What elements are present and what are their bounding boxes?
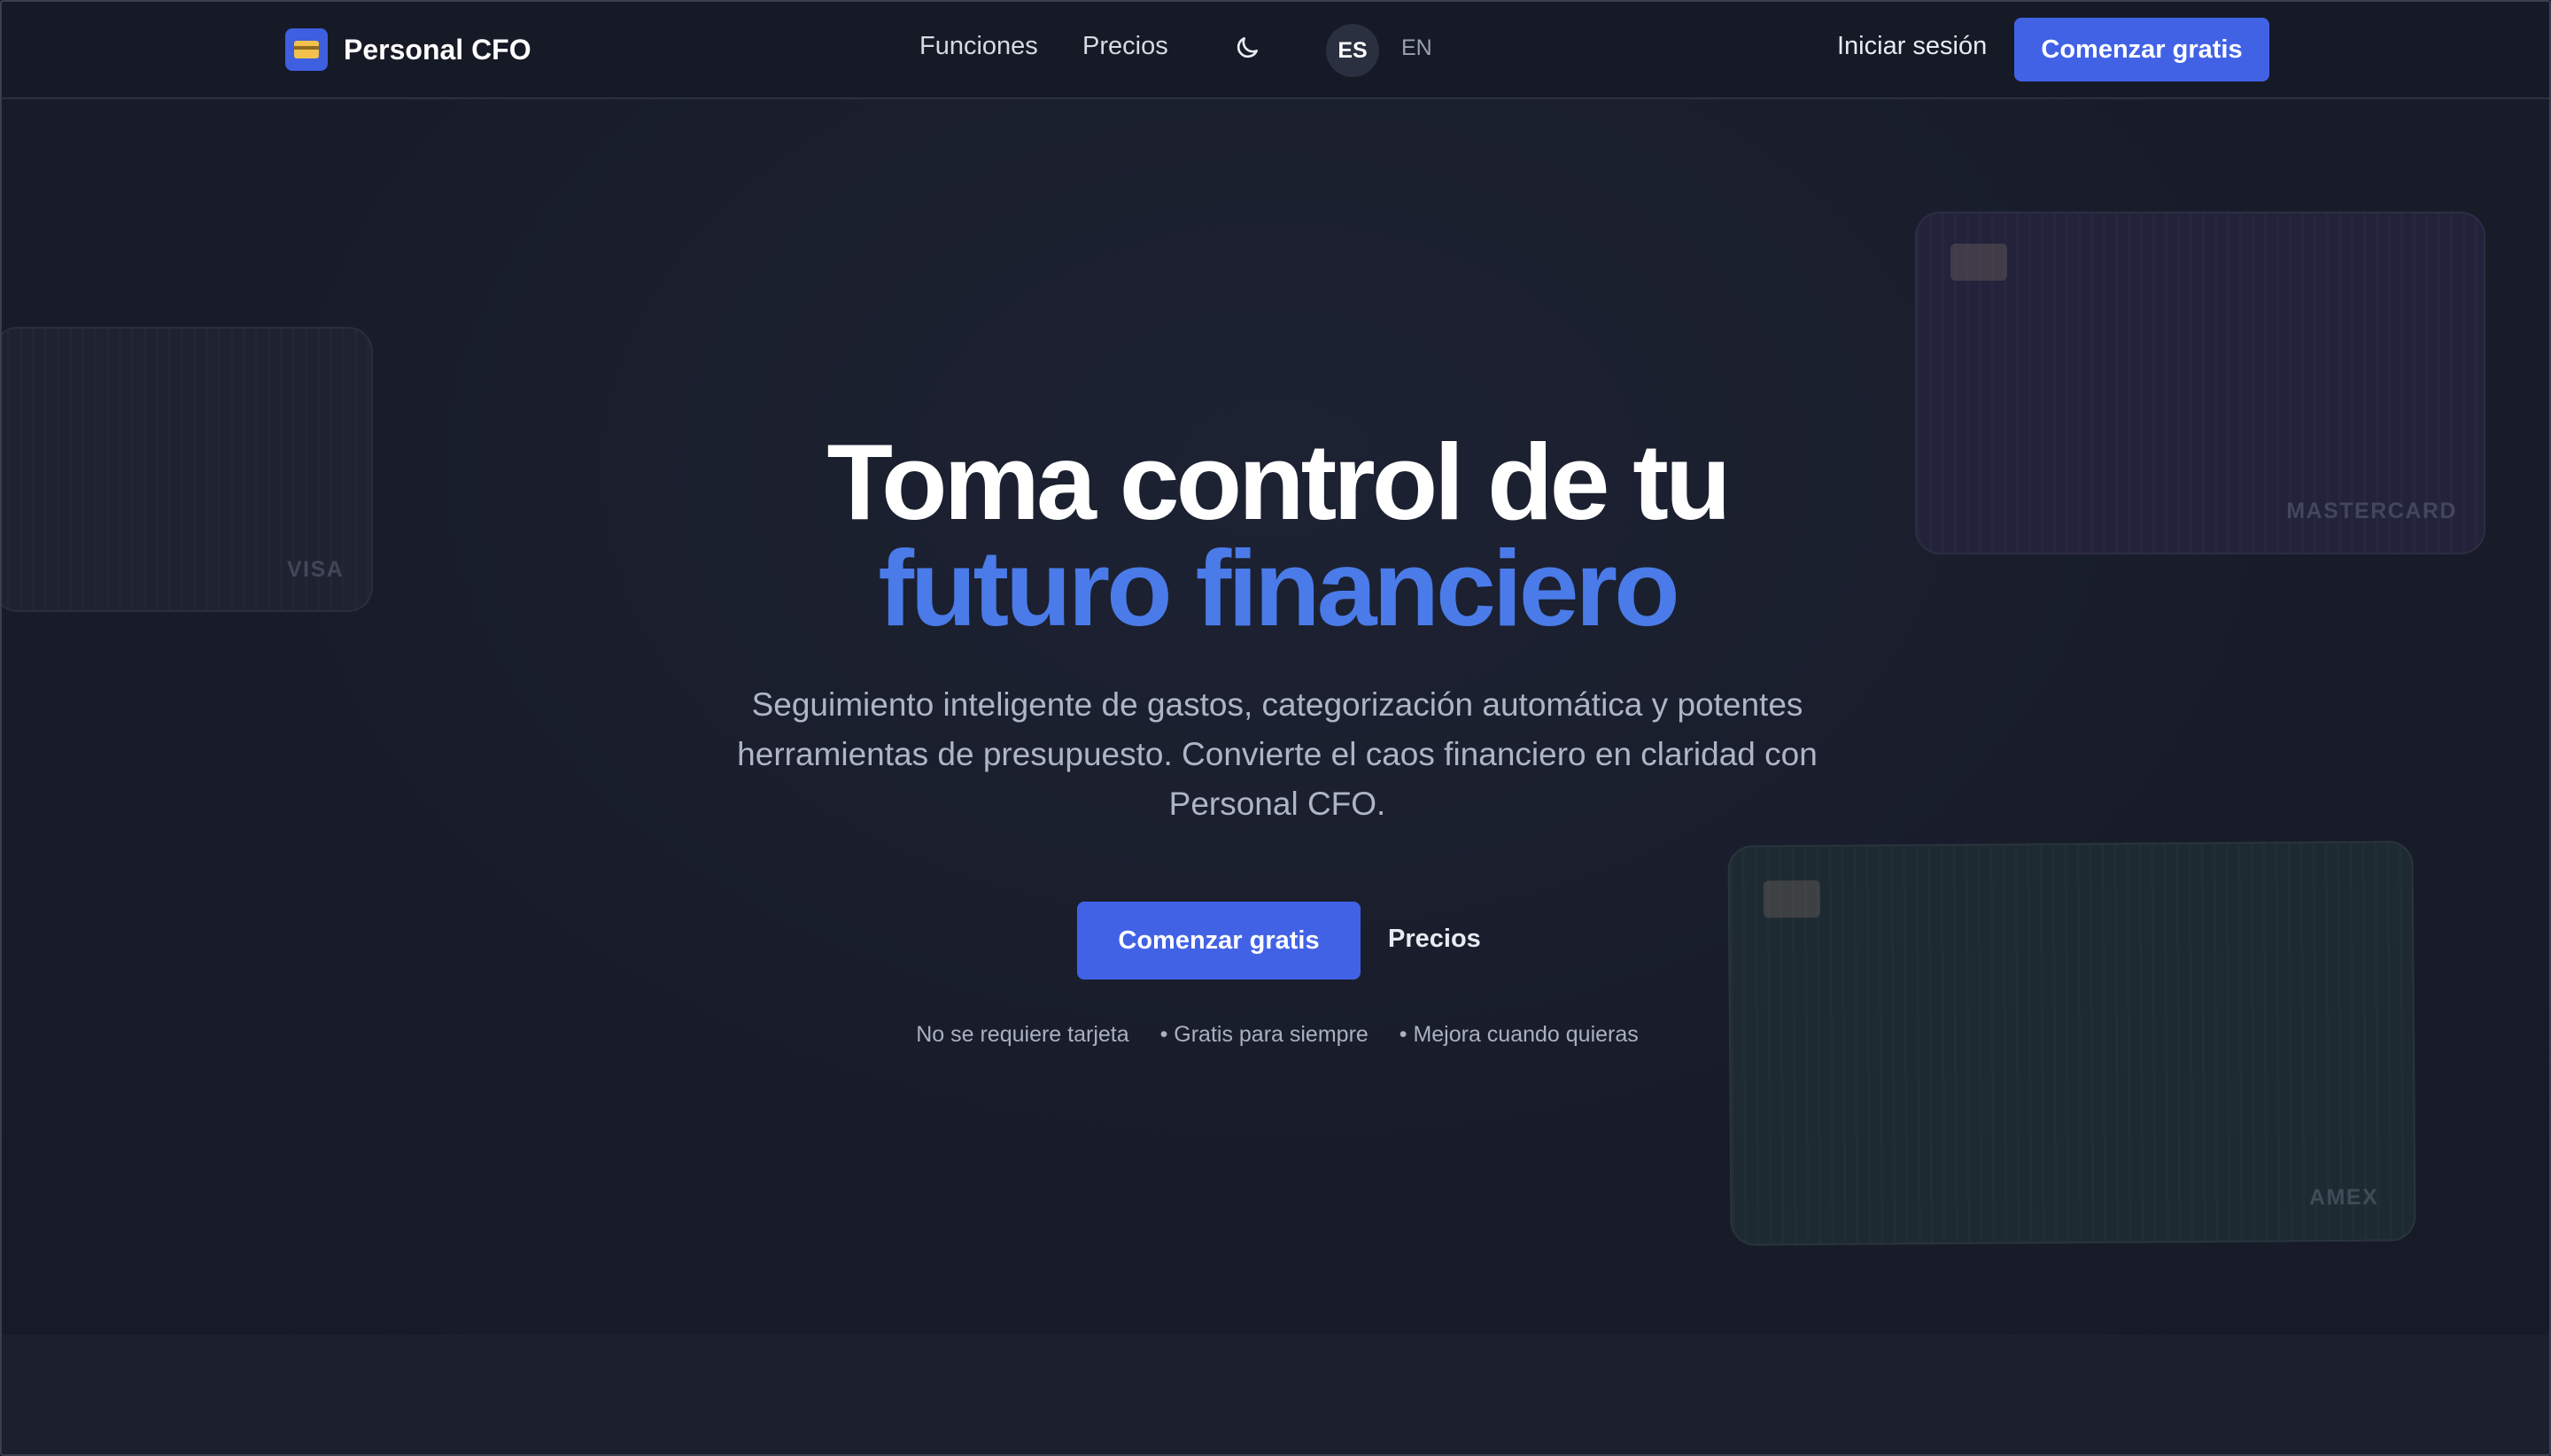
card-chip [1763, 879, 1821, 918]
amex-label: AMEX [2308, 1184, 2379, 1211]
hero-signup-button[interactable]: Comenzar gratis [1077, 902, 1361, 980]
language-es-button[interactable]: ES [1326, 24, 1379, 77]
feature-item: • Gratis para siempre [1159, 1022, 1369, 1047]
page: VISA MASTERCARD AMEX Personal CFO Funcio… [0, 0, 2551, 1456]
nav-link-funciones[interactable]: Funciones [919, 32, 1038, 61]
moon-icon[interactable] [1233, 34, 1261, 62]
feature-item: • Mejora cuando quieras [1399, 1022, 1639, 1047]
login-link[interactable]: Iniciar sesión [1837, 32, 1987, 61]
hero-title-line2: futuro financiero [878, 528, 1679, 648]
brand-name: Personal CFO [344, 33, 531, 66]
nav-signup-button[interactable]: Comenzar gratis [2014, 18, 2269, 81]
credit-card-icon [285, 28, 328, 71]
top-navbar: Personal CFO Funciones Precios ES EN Ini… [2, 2, 2549, 99]
card-chip [1950, 244, 2007, 281]
nav-link-precios[interactable]: Precios [1082, 32, 1168, 61]
brand-logo[interactable]: Personal CFO [285, 28, 531, 71]
feature-item: No se requiere tarjeta [916, 1022, 1129, 1047]
hero-subtitle: Seguimiento inteligente de gastos, categ… [737, 686, 1818, 822]
language-en-button[interactable]: EN [1401, 35, 1432, 61]
hero-title-line1: Toma control de tu [826, 422, 1732, 542]
hero-pricing-link[interactable]: Precios [1388, 925, 1481, 954]
section-divider [2, 1335, 2549, 1454]
hero-features: No se requiere tarjeta • Gratis para sie… [2, 1022, 2549, 1048]
